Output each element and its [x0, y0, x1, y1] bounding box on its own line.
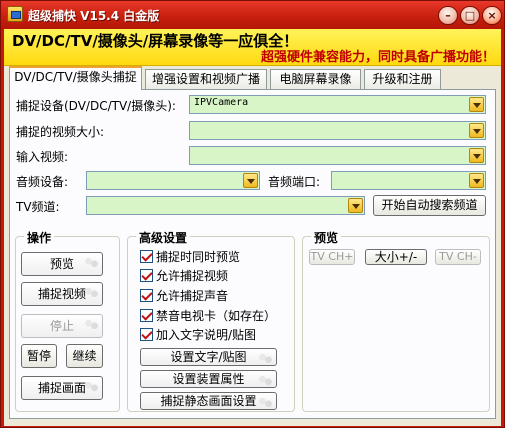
- minimize-button[interactable]: –: [438, 6, 458, 25]
- pause-button[interactable]: 暂停: [21, 344, 57, 368]
- banner-line-1: DV/DC/TV/摄像头/屏幕录像等一应俱全！: [12, 32, 299, 50]
- audio-port-label: 音频端口:: [268, 175, 321, 189]
- capture-panel: 捕捉设备(DV/DC/TV/摄像头): IPVCamera 捕捉的视频大小: 输…: [9, 89, 496, 419]
- text-overlay-button[interactable]: 设置文字/贴图: [140, 348, 277, 366]
- capture-video-button[interactable]: 捕捉视频: [21, 282, 103, 306]
- checkbox-checked-icon[interactable]: [140, 289, 153, 302]
- tv-search-button[interactable]: 开始自动搜索频道: [373, 195, 486, 216]
- preview-title: 预览: [311, 229, 342, 246]
- chevron-down-icon[interactable]: [469, 97, 484, 112]
- still-capture-settings-button[interactable]: 捕捉静态画面设置: [140, 392, 277, 410]
- checkbox-label: 允许捕捉声音: [156, 289, 229, 303]
- tv-ch-down-button[interactable]: TV CH-: [435, 249, 481, 265]
- tab-capture[interactable]: DV/DC/TV/摄像头捕捉: [9, 66, 142, 90]
- chevron-down-icon[interactable]: [469, 148, 484, 163]
- chevron-down-icon[interactable]: [243, 173, 258, 188]
- window-title: 超级捕快 V15.4 白金版: [28, 9, 160, 23]
- size-label: 捕捉的视频大小:: [16, 125, 105, 139]
- checkbox-label: 允许捕捉视频: [156, 269, 229, 283]
- preview-group: 预览 TV CH+ 大小+/- TV CH-: [302, 229, 490, 412]
- maximize-button[interactable]: □: [460, 6, 480, 25]
- audio-select[interactable]: [86, 171, 260, 190]
- chevron-down-icon[interactable]: [348, 198, 363, 213]
- device-select[interactable]: IPVCamera: [189, 95, 486, 114]
- app-window: 超级捕快 V15.4 白金版 – □ × DV/DC/TV/摄像头/屏幕录像等一…: [0, 0, 505, 428]
- operations-group: 操作 预览 捕捉视频 停止 暂停 继续 捕捉画面: [15, 229, 120, 412]
- app-camera-icon: [7, 6, 23, 22]
- promo-banner: DV/DC/TV/摄像头/屏幕录像等一应俱全！ 超强硬件兼容能力，同时具备广播功…: [4, 29, 501, 66]
- checkbox-label: 捕捉时同时预览: [156, 250, 241, 264]
- checkbox-checked-icon[interactable]: [140, 328, 153, 341]
- preview-button[interactable]: 预览: [21, 252, 103, 276]
- input-select[interactable]: [189, 146, 486, 165]
- checkbox-preview-while-capture[interactable]: 捕捉时同时预览: [140, 248, 240, 265]
- audio-label: 音频设备:: [16, 175, 69, 189]
- checkbox-label: 加入文字说明/贴图: [156, 328, 257, 342]
- tv-channel-select[interactable]: [86, 196, 365, 215]
- checkbox-allow-video[interactable]: 允许捕捉视频: [140, 267, 228, 284]
- checkbox-checked-icon[interactable]: [140, 309, 153, 322]
- tab-enhanced[interactable]: 增强设置和视频广播: [145, 69, 267, 89]
- title-bar[interactable]: 超级捕快 V15.4 白金版 – □ ×: [1, 1, 504, 29]
- resume-button[interactable]: 继续: [66, 344, 103, 368]
- device-label: 捕捉设备(DV/DC/TV/摄像头):: [16, 99, 176, 113]
- preview-size-button[interactable]: 大小+/-: [365, 249, 427, 265]
- tv-label: TV频道:: [16, 200, 60, 214]
- input-label: 输入视频:: [16, 150, 69, 164]
- operations-title: 操作: [24, 229, 55, 246]
- banner-line-2: 超强硬件兼容能力，同时具备广播功能！: [260, 50, 495, 65]
- tab-upgrade[interactable]: 升级和注册: [364, 69, 441, 89]
- chevron-down-icon[interactable]: [469, 123, 484, 138]
- capture-frame-button[interactable]: 捕捉画面: [21, 376, 103, 400]
- size-select[interactable]: [189, 121, 486, 140]
- tab-screen-record[interactable]: 电脑屏幕录像: [270, 69, 361, 89]
- checkbox-allow-audio[interactable]: 允许捕捉声音: [140, 287, 228, 304]
- audio-port-select[interactable]: [331, 171, 486, 190]
- tv-ch-up-button[interactable]: TV CH+: [309, 249, 355, 265]
- checkbox-add-text-overlay[interactable]: 加入文字说明/贴图: [140, 326, 256, 343]
- chevron-down-icon[interactable]: [469, 173, 484, 188]
- checkbox-checked-icon[interactable]: [140, 269, 153, 282]
- checkbox-checked-icon[interactable]: [140, 250, 153, 263]
- checkbox-label: 禁音电视卡（如存在）: [156, 309, 277, 323]
- checkbox-mute-tv-card[interactable]: 禁音电视卡（如存在）: [140, 307, 276, 324]
- close-button[interactable]: ×: [482, 6, 502, 25]
- device-properties-button[interactable]: 设置装置属性: [140, 370, 277, 388]
- advanced-settings-group: 高级设置 捕捉时同时预览 允许捕捉视频 允许捕捉声音 禁音电视卡（如存在） 加入…: [127, 229, 295, 412]
- advanced-title: 高级设置: [136, 229, 191, 246]
- stop-button[interactable]: 停止: [21, 314, 103, 338]
- device-value: IPVCamera: [194, 97, 249, 108]
- window-client: DV/DC/TV/摄像头/屏幕录像等一应俱全！ 超强硬件兼容能力，同时具备广播功…: [4, 29, 501, 426]
